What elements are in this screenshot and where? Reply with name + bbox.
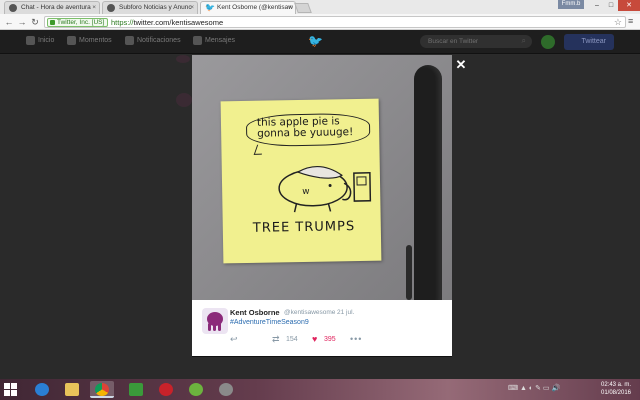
close-tab-icon[interactable]: ×	[190, 4, 194, 11]
svg-text:w: w	[302, 187, 310, 197]
elephant-drawing: w	[278, 166, 372, 213]
like-count: 395	[324, 336, 336, 343]
avatar[interactable]	[541, 35, 555, 49]
search-placeholder: Buscar en Twitter	[428, 38, 479, 45]
search-input[interactable]: Buscar en Twitter ⌕	[420, 35, 532, 48]
taskbar-ie[interactable]	[30, 381, 54, 398]
lock-icon	[50, 20, 55, 25]
bubble-text: this apple pie is gonna be yuuuge!	[256, 115, 354, 140]
avatar-detail	[213, 323, 216, 331]
nav-messages[interactable]: Mensajes	[193, 36, 235, 45]
nav-home-label: Inicio	[38, 37, 55, 44]
taskbar-chrome[interactable]	[90, 381, 114, 398]
tweet-button[interactable]: Twittear	[564, 34, 614, 50]
tab-chat[interactable]: Chat - Hora de aventura ×	[4, 1, 100, 14]
character-icon	[219, 383, 233, 396]
ev-label: Twitter, Inc. [US]	[57, 19, 105, 26]
nav-notifications[interactable]: Notificaciones	[125, 36, 181, 45]
author-name[interactable]: Kent Osborne	[230, 308, 280, 317]
new-tab-button[interactable]	[294, 3, 312, 13]
site-icon	[9, 4, 17, 12]
twitter-logo-icon[interactable]: 🐦	[308, 34, 323, 48]
speech-bubble-tail	[253, 144, 266, 155]
taskbar-app-6[interactable]	[184, 381, 208, 398]
system-tray[interactable]: ⌨ ▲ ◐ ✎ ▭ 🔊	[508, 384, 560, 392]
home-icon	[26, 36, 35, 45]
close-icon[interactable]: ✕	[455, 58, 467, 71]
close-tab-icon[interactable]: ×	[92, 4, 96, 11]
tab-subforo[interactable]: Subforo Noticias y Anunc ×	[102, 1, 198, 14]
tweet-actions: ↩ ⇄ 154 ♥ 395 •••	[230, 334, 440, 346]
tree-trumps-text: TREE TRUMPS	[252, 219, 356, 236]
tweet-card: Kent Osborne @kentisawesome · 21 jul. #A…	[192, 300, 452, 356]
taskbar-app-4[interactable]	[124, 381, 148, 398]
site-icon	[107, 4, 115, 12]
ev-certificate-badge[interactable]: Twitter, Inc. [US]	[47, 18, 109, 27]
close-tab-icon[interactable]: ×	[288, 4, 292, 11]
nav-notifications-label: Notificaciones	[137, 37, 181, 44]
avatar-detail	[218, 323, 221, 331]
retweet-count: 154	[286, 336, 298, 343]
author-avatar[interactable]	[202, 308, 228, 334]
taskbar-app-5[interactable]	[154, 381, 178, 398]
nav-home[interactable]: Inicio	[26, 36, 55, 45]
envelope-icon	[193, 36, 202, 45]
retweet-icon[interactable]: ⇄	[272, 334, 280, 345]
search-icon[interactable]: ⌕	[522, 36, 526, 46]
tweet-date[interactable]: · 21 jul.	[333, 309, 354, 316]
profile-badge[interactable]: Fmm.b	[558, 0, 584, 9]
red-circle-icon	[159, 383, 173, 396]
clock-time: 02:43 a. m.	[600, 382, 632, 388]
menu-icon[interactable]: ≡	[628, 16, 633, 26]
game-icon	[129, 383, 143, 396]
tweet-photo[interactable]: this apple pie is gonna be yuuuge! w TRE…	[192, 55, 452, 300]
folder-icon	[65, 383, 79, 396]
lightning-icon	[67, 36, 76, 45]
nav-moments-label: Momentos	[79, 37, 112, 44]
windows-start-icon[interactable]	[4, 383, 17, 396]
taskbar-app-7[interactable]	[214, 381, 238, 398]
more-icon[interactable]: •••	[350, 334, 362, 344]
reload-icon[interactable]: ↻	[30, 16, 40, 28]
tab-title: Kent Osborne (@kentisaw	[217, 4, 293, 11]
url-text: https://twitter.com/kentisawesome	[111, 18, 223, 28]
twitter-navbar: Inicio Momentos Notificaciones Mensajes …	[0, 30, 640, 54]
tab-strip: Chat - Hora de aventura × Subforo Notici…	[0, 0, 640, 14]
bell-icon	[125, 36, 134, 45]
heart-icon[interactable]: ♥	[312, 334, 317, 344]
close-window-button[interactable]: ✕	[618, 0, 640, 11]
green-app-icon	[189, 383, 203, 396]
bookmark-star-icon[interactable]: ☆	[614, 17, 622, 27]
url-protocol: https://	[111, 18, 134, 27]
pen-clip-image	[406, 245, 412, 300]
tab-twitter[interactable]: 🐦 Kent Osborne (@kentisaw ×	[200, 1, 296, 14]
hashtag-link[interactable]: #AdventureTimeSeason9	[230, 319, 309, 326]
browser-toolbar: ← → ↻ Twitter, Inc. [US] https://twitter…	[0, 14, 640, 30]
back-arrow-icon[interactable]: ←	[4, 16, 14, 28]
background-decoration	[176, 55, 190, 63]
nav-messages-label: Mensajes	[205, 37, 235, 44]
minimize-button[interactable]: –	[590, 0, 604, 11]
nav-moments[interactable]: Momentos	[67, 36, 112, 45]
address-bar[interactable]: Twitter, Inc. [US] https://twitter.com/k…	[44, 16, 626, 28]
tab-title: Chat - Hora de aventura	[21, 4, 91, 11]
background-decoration	[176, 93, 192, 107]
maximize-button[interactable]: □	[604, 0, 618, 11]
pen-image	[414, 65, 442, 300]
avatar-detail	[208, 323, 211, 331]
internet-explorer-icon	[35, 383, 49, 396]
twitter-bird-icon: 🐦	[205, 3, 215, 12]
sticky-note: this apple pie is gonna be yuuuge! w TRE…	[220, 98, 382, 264]
taskbar-explorer[interactable]	[60, 381, 84, 398]
forward-arrow-icon[interactable]: →	[17, 16, 27, 28]
tab-title: Subforo Noticias y Anunc	[119, 4, 192, 11]
url-host-path: twitter.com/kentisawesome	[133, 18, 224, 27]
clock[interactable]: 02:43 a. m. 01/08/2016	[596, 381, 636, 397]
chrome-icon	[95, 383, 109, 396]
reply-icon[interactable]: ↩	[230, 334, 238, 345]
author-handle[interactable]: @kentisawesome	[284, 309, 335, 316]
clock-date: 01/08/2016	[600, 390, 632, 396]
taskbar: ⌨ ▲ ◐ ✎ ▭ 🔊 02:43 a. m. 01/08/2016	[0, 379, 640, 400]
